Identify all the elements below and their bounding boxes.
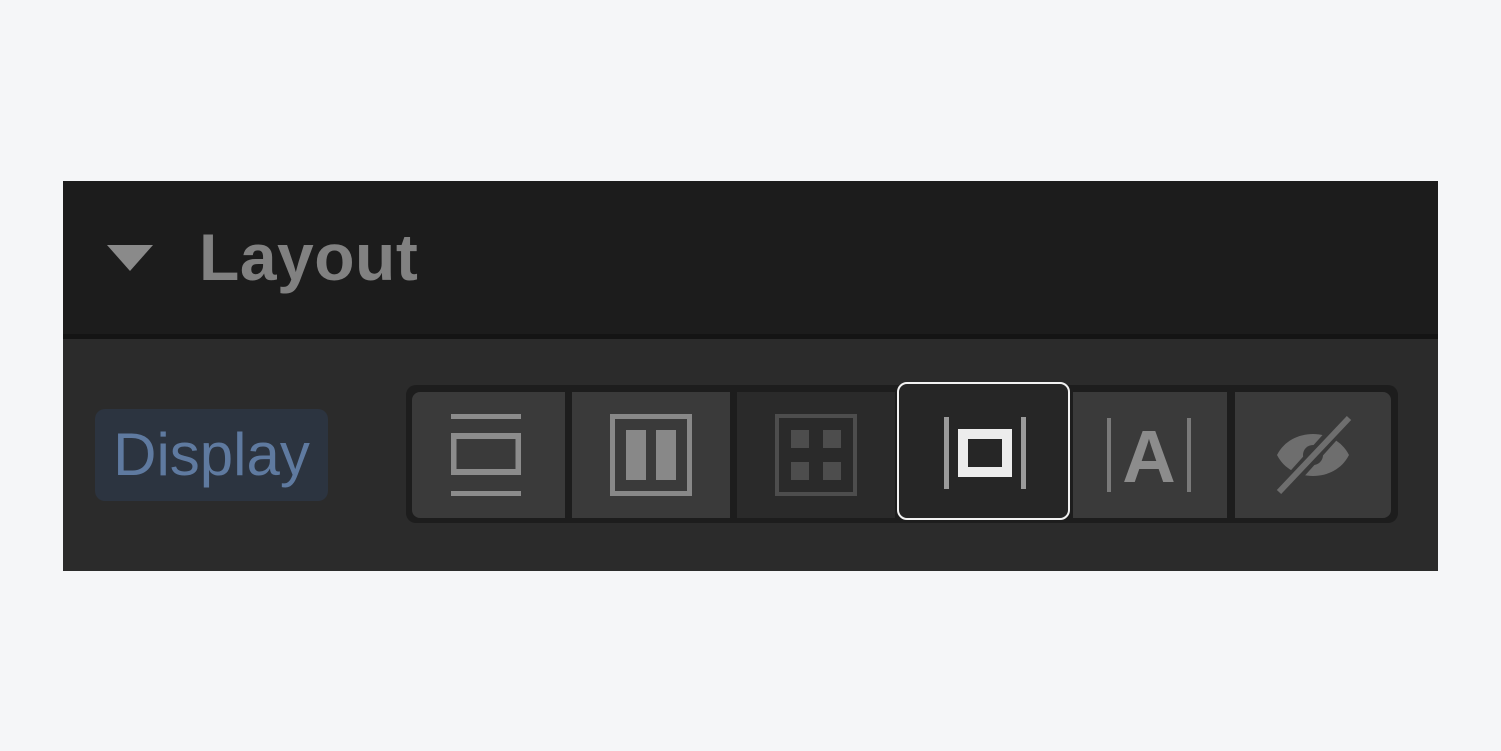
section-title: Layout — [199, 220, 419, 294]
display-flex-button[interactable] — [572, 392, 730, 518]
inline-glyph: A — [1122, 418, 1175, 492]
display-grid-icon — [775, 414, 857, 496]
display-none-button[interactable] — [1235, 392, 1391, 518]
display-inline-button[interactable]: A — [1073, 392, 1227, 518]
display-options-group: A — [406, 382, 1398, 523]
display-label[interactable]: Display — [95, 409, 328, 501]
display-block-button[interactable] — [412, 392, 565, 518]
display-none-icon — [1273, 414, 1355, 496]
display-inline-block-icon — [944, 417, 1026, 489]
display-block-icon — [451, 414, 521, 496]
display-inline-icon: A — [1107, 418, 1191, 492]
triangle-down-icon[interactable] — [107, 245, 153, 271]
display-grid-button[interactable] — [737, 392, 895, 518]
display-inline-block-button[interactable] — [897, 382, 1070, 520]
display-flex-icon — [610, 414, 692, 496]
layout-section-header[interactable]: Layout — [63, 181, 1438, 334]
layout-panel: Layout Display A — [63, 181, 1438, 571]
divider — [63, 334, 1438, 339]
